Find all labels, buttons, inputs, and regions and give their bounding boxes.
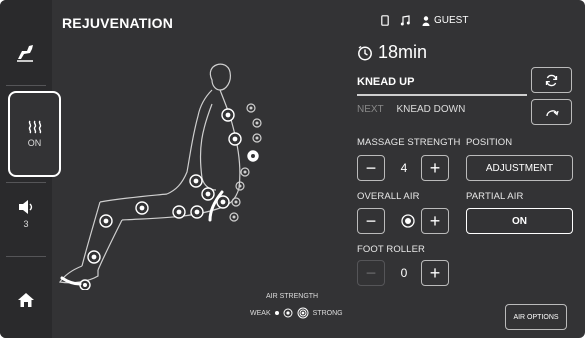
next-label: NEXT <box>357 104 384 115</box>
recline-chair-icon <box>17 45 33 62</box>
volume-button[interactable]: 3 <box>6 193 46 235</box>
air-options-button[interactable]: AIR OPTIONS <box>505 304 567 330</box>
weak-dot-icon <box>274 311 279 315</box>
legend-strong-label: STRONG <box>312 309 343 317</box>
backrest-air-dots <box>229 103 262 222</box>
home-icon <box>18 293 34 307</box>
partial-air-on-button[interactable]: ON <box>466 208 573 234</box>
phone-icon <box>381 15 389 26</box>
overall-air-label: OVERALL AIR <box>357 191 420 202</box>
music-note-icon <box>400 15 410 26</box>
massage-strength-label: MASSAGE STRENGTH <box>357 137 461 148</box>
air-level-icon <box>401 214 415 228</box>
volume-value: 3 <box>23 219 29 229</box>
adjustment-button[interactable]: ADJUSTMENT <box>466 155 573 181</box>
skip-arrow-icon <box>545 110 559 117</box>
overall-air-plus-button[interactable]: + <box>421 208 449 234</box>
next-program-name: KNEAD DOWN <box>396 104 466 115</box>
speaker-icon <box>19 200 33 214</box>
refresh-program-button[interactable] <box>531 67 572 93</box>
medium-dot-icon <box>283 308 293 318</box>
foot-roller-minus-button[interactable]: − <box>357 260 385 286</box>
massage-strength-minus-button[interactable]: − <box>357 155 385 181</box>
user-indicator[interactable]: GUEST <box>422 15 468 26</box>
air-strength-title: AIR STRENGTH <box>266 293 319 300</box>
heat-status-label: ON <box>27 138 42 148</box>
foot-roller-label: FOOT ROLLER <box>357 244 425 255</box>
next-program: NEXT KNEAD DOWN <box>357 104 465 115</box>
foot-roller-plus-button[interactable]: + <box>421 260 449 286</box>
timer-value: 18min <box>378 42 428 62</box>
status-bar: GUEST <box>381 15 468 26</box>
strong-dot-icon <box>297 307 309 319</box>
skip-program-button[interactable] <box>531 99 572 125</box>
sidebar: ON 3 <box>0 0 61 338</box>
legend-weak-label: WEAK <box>250 309 271 317</box>
massage-strength-value: 4 <box>400 161 408 175</box>
foot-roller-value: 0 <box>400 266 408 280</box>
timer-icon <box>358 45 372 60</box>
overall-air-minus-button[interactable]: − <box>357 208 385 234</box>
body-massage-map <box>58 63 262 290</box>
timer: 18min <box>357 42 427 63</box>
partial-air-label: PARTIAL AIR <box>466 191 524 202</box>
position-label: POSITION <box>466 137 513 148</box>
air-strength-legend: WEAK STRONG <box>250 307 343 319</box>
current-program: KNEAD UP <box>357 68 527 96</box>
control-panel: ON 3 REJUVENATION GUEST AIR STRENGTH WEA… <box>0 0 585 338</box>
user-name: GUEST <box>434 15 469 26</box>
user-icon <box>422 15 430 26</box>
massage-strength-plus-button[interactable]: + <box>421 155 449 181</box>
page-title: REJUVENATION <box>62 15 174 31</box>
recline-button[interactable] <box>6 32 46 72</box>
home-button[interactable] <box>6 284 46 316</box>
current-program-name: KNEAD UP <box>357 76 415 88</box>
heat-waves-icon <box>28 120 41 134</box>
refresh-icon <box>545 74 558 86</box>
